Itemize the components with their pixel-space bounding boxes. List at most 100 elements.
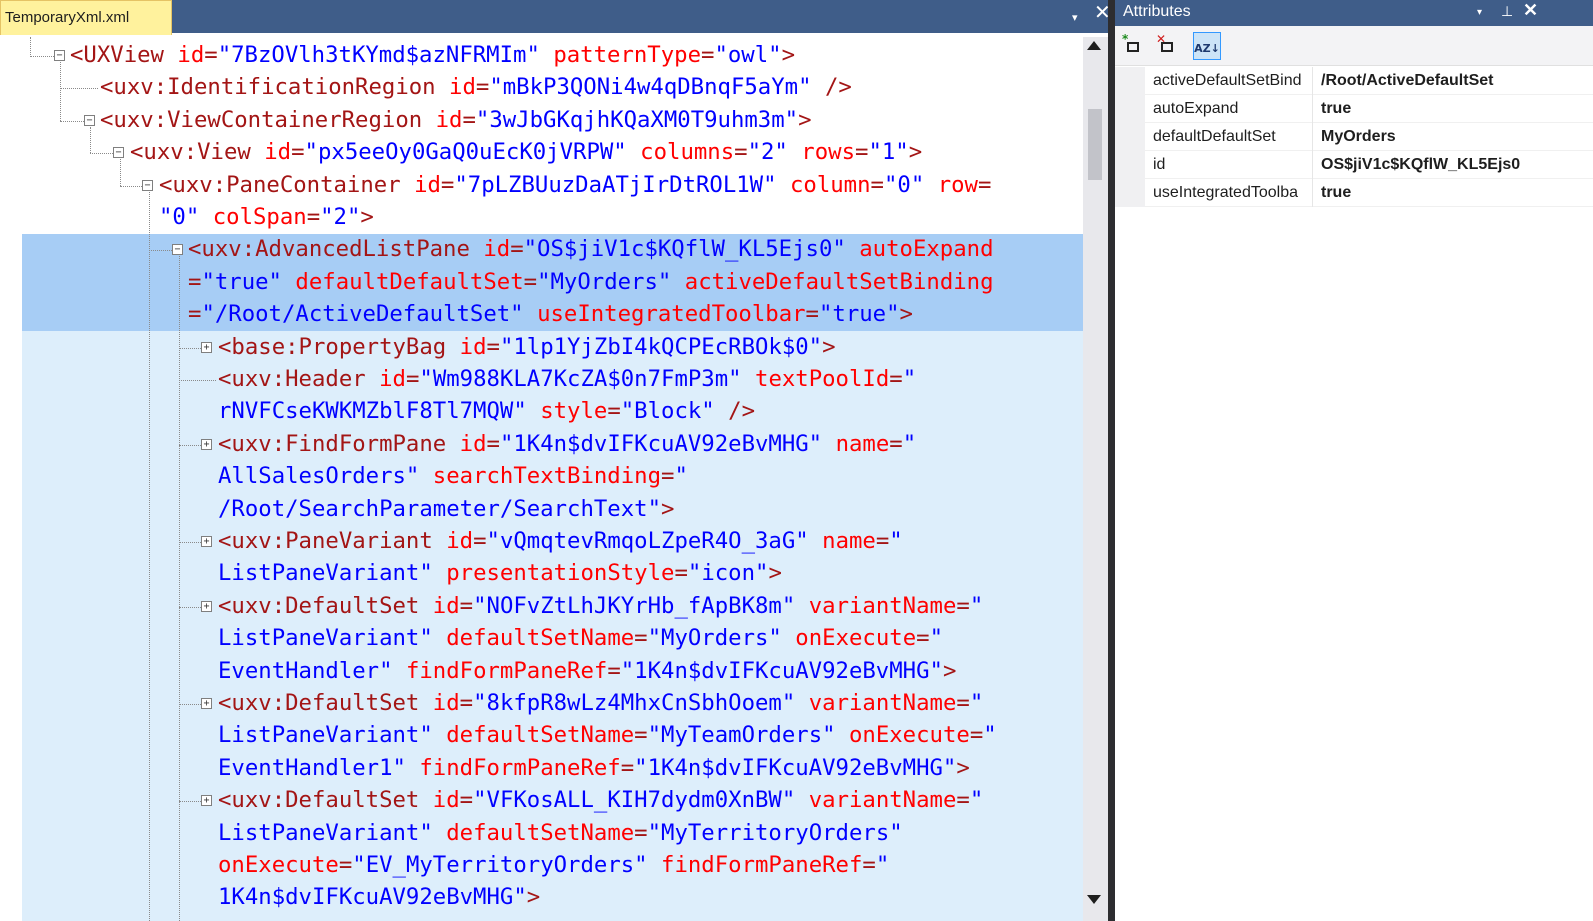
xml-attribute-token: id	[432, 592, 460, 619]
xml-value-token: "1K4n$dvIFKcuAV92eBvMHG"	[634, 754, 957, 781]
code-line[interactable]: <uxv:DefaultSet id="8kfpR8wLz4MhxCnSbhOo…	[218, 687, 983, 719]
code-line[interactable]: <uxv:PaneContainer id="7pLZBUuzDaATjIrDt…	[159, 169, 991, 201]
xml-tag-token	[527, 398, 540, 424]
tab-dropdown-icon[interactable]: ▾	[1072, 7, 1078, 29]
xml-tag-token	[924, 172, 937, 198]
xml-tag-token	[282, 269, 295, 295]
attribute-value[interactable]: /Root/ActiveDefaultSet	[1321, 67, 1589, 95]
xml-attribute-token: patternType	[553, 42, 701, 68]
code-line[interactable]: "0" colSpan="2">	[159, 201, 374, 233]
code-line[interactable]: ="true" defaultDefaultSet="MyOrders" act…	[188, 266, 994, 298]
code-line[interactable]: <uxv:FindFormPane id="1K4n$dvIFKcuAV92eB…	[218, 428, 916, 460]
attribute-value[interactable]: true	[1321, 179, 1589, 207]
attribute-row-gutter	[1115, 151, 1145, 179]
expand-icon[interactable]: +	[201, 698, 212, 709]
attribute-row-gutter	[1115, 179, 1145, 207]
code-line[interactable]: <uxv:IdentificationRegion id="mBkP3QONi4…	[100, 71, 852, 103]
code-line[interactable]: <UXView id="7BzOVlh3tKYmd$azNFRMIm" patt…	[70, 39, 795, 71]
collapse-icon[interactable]: −	[84, 114, 95, 126]
attribute-row[interactable]: useIntegratedToolba true	[1115, 179, 1593, 207]
collapse-icon[interactable]: −	[54, 50, 65, 61]
xml-tag-token: =	[510, 236, 524, 263]
xml-tag-token: <uxv:AdvancedListPane	[188, 236, 484, 263]
collapse-icon[interactable]: −	[142, 179, 153, 191]
pane-splitter[interactable]	[1108, 0, 1115, 921]
code-line[interactable]: EventHandler1" findFormPaneRef="1K4n$dvI…	[218, 752, 970, 784]
code-line[interactable]: ListPaneVariant" defaultSetName="MyTeamO…	[218, 719, 997, 751]
add-attribute-button[interactable]: *	[1119, 32, 1147, 60]
sort-az-button[interactable]: AZ↓	[1193, 32, 1221, 60]
attribute-name: autoExpand	[1153, 95, 1313, 123]
xml-value-token: "7pLZBUuzDaATjIrDtROL1W"	[454, 171, 777, 198]
xml-tag-token: =	[188, 268, 202, 295]
code-line[interactable]: ListPaneVariant" defaultSetName="MyTerri…	[218, 817, 903, 849]
expand-icon[interactable]: +	[201, 795, 212, 807]
code-line[interactable]: <uxv:Header id="Wm988KLA7KcZA$0n7FmP3m" …	[218, 363, 916, 395]
attributes-close-icon[interactable]: ✕	[1523, 0, 1538, 21]
collapse-icon[interactable]: −	[113, 147, 124, 159]
xml-tag-token: >	[822, 333, 836, 360]
code-line[interactable]: <uxv:DefaultSet id="NOFvZtLhJKYrHb_fApBK…	[218, 590, 983, 622]
attribute-row[interactable]: autoExpand true	[1115, 95, 1593, 123]
attribute-row[interactable]: activeDefaultSetBind/Root/ActiveDefaultS…	[1115, 67, 1593, 95]
xml-attribute-token: id	[414, 171, 441, 198]
attribute-value[interactable]: OS$jiV1c$KQflW_KL5Ejs0	[1321, 151, 1589, 179]
attributes-dropdown-icon[interactable]: ▾	[1477, 7, 1482, 18]
xml-tag-token	[540, 42, 553, 68]
code-line[interactable]: ListPaneVariant" presentationStyle="icon…	[218, 557, 782, 589]
xml-tag-token: =	[188, 301, 202, 328]
attribute-row[interactable]: defaultDefaultSet MyOrders	[1115, 123, 1593, 151]
expand-icon[interactable]: +	[201, 600, 212, 612]
code-line[interactable]: rNVFCseKWKMZblF8Tl7MQW" style="Block" />	[218, 395, 755, 427]
expand-icon[interactable]: +	[201, 438, 212, 450]
code-line[interactable]: 1K4n$dvIFKcuAV92eBvMHG">	[218, 881, 540, 913]
xml-value-token: "	[902, 366, 917, 392]
scroll-thumb[interactable]	[1088, 109, 1102, 180]
xml-tag-token: =	[204, 42, 218, 68]
tab-temporary-xml[interactable]: TemporaryXml.xml	[0, 0, 172, 35]
remove-attribute-button[interactable]: ✕	[1153, 32, 1181, 60]
xml-attribute-token: defaultSetName	[446, 819, 635, 846]
code-line[interactable]: ListPaneVariant" defaultSetName="MyOrder…	[218, 622, 943, 654]
expand-icon[interactable]: +	[201, 536, 212, 547]
code-line[interactable]: <uxv:DefaultSet id="VFKosALL_KIH7dydm0Xn…	[218, 784, 983, 816]
code-line[interactable]: <base:PropertyBag id="1lp1YjZbI4kQCPEcRB…	[218, 331, 836, 363]
expand-icon[interactable]: +	[201, 341, 212, 353]
xml-tag-token	[742, 366, 755, 392]
attribute-row[interactable]: id OS$jiV1c$KQflW_KL5Ejs0	[1115, 151, 1593, 179]
scroll-down-arrow-icon[interactable]	[1087, 895, 1101, 904]
xml-attribute-token: id	[483, 236, 511, 263]
xml-attribute-token: colSpan	[212, 204, 307, 230]
xml-attribute-token: onExecute	[795, 625, 917, 652]
xml-tag-token: <uxv:View	[130, 139, 265, 166]
attribute-value[interactable]: MyOrders	[1321, 123, 1589, 151]
code-line[interactable]: AllSalesOrders" searchTextBinding="	[218, 460, 688, 492]
attribute-value[interactable]: true	[1321, 95, 1589, 123]
pin-icon[interactable]: ⊥	[1501, 3, 1513, 20]
xml-value-token: ListPaneVariant"	[218, 722, 433, 749]
tree-guide-line	[60, 62, 61, 121]
xml-value-token: "MyOrders"	[537, 268, 672, 295]
xml-tag-token: <uxv:FindFormPane	[218, 430, 460, 457]
code-line[interactable]: <uxv:ViewContainerRegion id="3wJbGKqjhKQ…	[100, 104, 812, 136]
attribute-name: id	[1153, 151, 1313, 179]
xml-value-token: "1lp1YjZbI4kQCPEcRBOk$0"	[499, 333, 823, 360]
code-line[interactable]: /Root/SearchParameter/SearchText">	[218, 493, 674, 525]
tree-guide-line	[179, 444, 201, 446]
xml-tag-token	[671, 269, 684, 295]
xml-attribute-token: presentationStyle	[446, 560, 675, 587]
code-line[interactable]: EventHandler" findFormPaneRef="1K4n$dvIF…	[218, 655, 956, 687]
code-line[interactable]: <uxv:PaneVariant id="vQmqtevRmqoLZpeR4O_…	[218, 525, 903, 557]
xml-tag-token: =	[291, 139, 305, 166]
xml-value-token: "Block"	[620, 398, 715, 425]
collapse-icon[interactable]: −	[172, 244, 183, 256]
xml-tag-token: <uxv:DefaultSet	[218, 787, 433, 814]
code-line[interactable]: <uxv:View id="px5eeOy0GaQ0uEcK0jVRPW" co…	[130, 136, 922, 168]
xml-value-token: EventHandler1"	[218, 754, 406, 781]
code-line[interactable]: <uxv:AdvancedListPane id="OS$jiV1c$KQflW…	[188, 233, 994, 265]
editor-vertical-scrollbar[interactable]	[1083, 37, 1108, 921]
code-area[interactable]: <UXView id="7BzOVlh3tKYmd$azNFRMIm" patt…	[0, 37, 1093, 921]
scroll-up-arrow-icon[interactable]	[1087, 41, 1101, 50]
code-line[interactable]: ="/Root/ActiveDefaultSet" useIntegratedT…	[188, 298, 913, 330]
code-line[interactable]: onExecute="EV_MyTerritoryOrders" findFor…	[218, 849, 889, 881]
